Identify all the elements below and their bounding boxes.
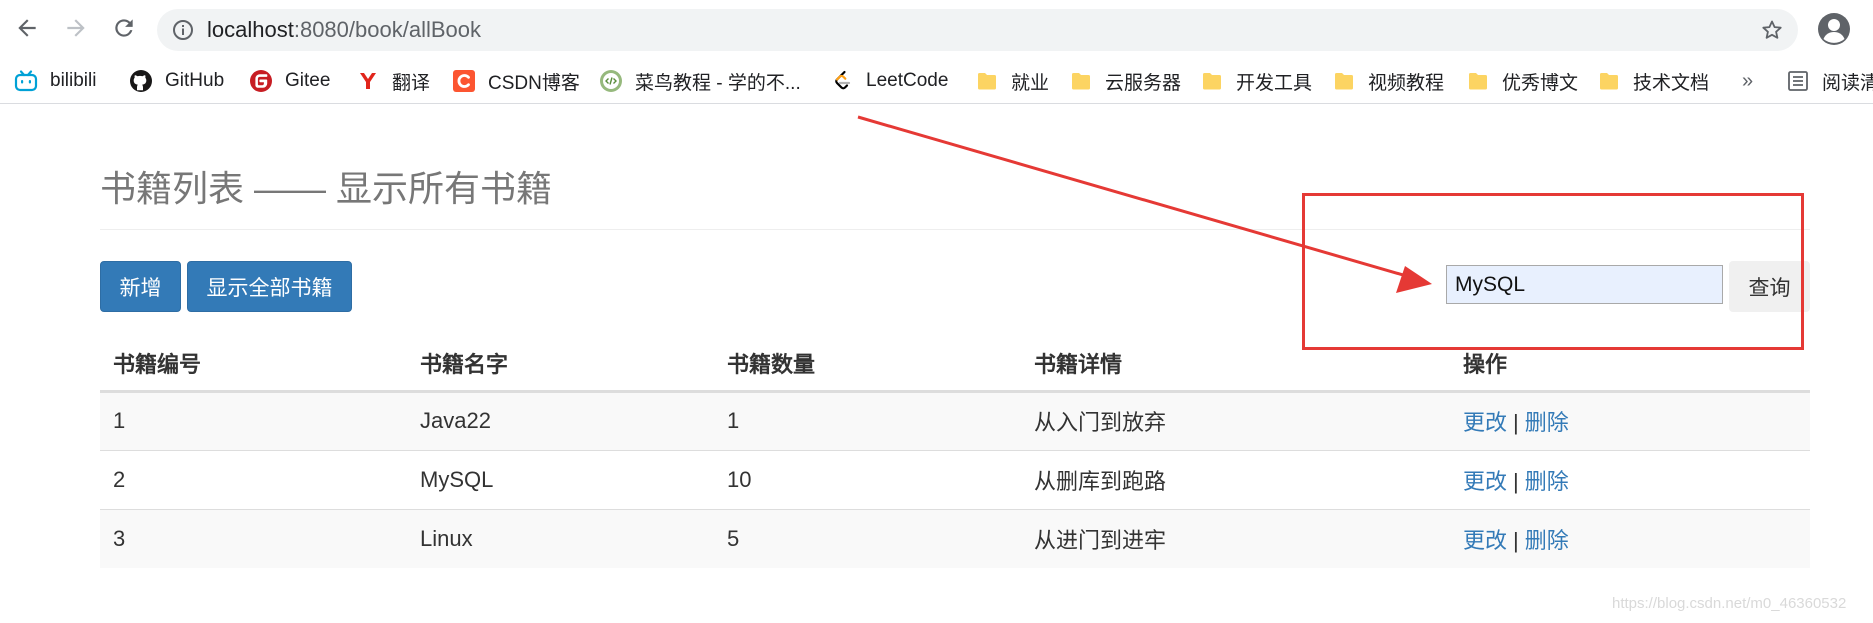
book-count: 10 [714,449,1021,509]
bookmark-label: 优秀博文 [1502,72,1579,94]
folder-icon [1332,69,1356,93]
delete-link[interactable]: 删除 [1525,410,1569,435]
arrow-right-icon [67,19,85,37]
bookmark-label: Gitee [285,70,331,91]
table-row: 2 MySQL 10 从删库到跑路 更改 | 删除 [100,449,1810,509]
show-all-books-button[interactable]: 显示全部书籍 [187,261,352,312]
book-detail: 从进门到进牢 [1021,508,1450,568]
book-detail: 从入门到放弃 [1021,390,1450,450]
page-title: 书籍列表 —— 显示所有书籍 [100,168,553,209]
browser-toolbar: localhost:8080/book/allBook [0,0,1873,58]
bookmark-label: 翻译 [392,72,431,94]
delete-link[interactable]: 删除 [1525,528,1569,553]
bookmark-leetcode[interactable]: LeetCode [830,58,948,104]
leetcode-icon [830,69,854,93]
github-icon [129,69,153,93]
star-icon[interactable] [1760,18,1784,42]
bookmark-label: 视频教程 [1368,72,1445,94]
book-count: 1 [714,390,1021,450]
info-icon[interactable] [171,18,195,42]
bookmark-github[interactable]: GitHub [129,58,224,104]
arrow-left-icon [18,19,36,37]
bookmark-label: bilibili [50,70,97,91]
csdn-icon [452,69,476,93]
book-name: Java22 [407,390,714,450]
forward-button[interactable] [56,8,96,48]
folder-icon [1069,69,1093,93]
bookmark-label: 技术文档 [1633,72,1710,94]
gitee-icon [249,69,273,93]
reload-icon [115,19,133,37]
bookmark-label: 云服务器 [1105,72,1182,94]
bookmark-gitee[interactable]: Gitee [249,58,330,104]
bookmark-label: CSDN博客 [488,72,580,94]
book-id: 2 [100,449,407,509]
reload-button[interactable] [104,8,144,48]
book-actions: 更改 | 删除 [1450,390,1810,450]
delete-link[interactable]: 删除 [1525,469,1569,494]
bookmarks-overflow-button[interactable]: » [1742,58,1753,104]
annotation-highlight-box [1302,193,1804,350]
bookmark-label: 菜鸟教程 - 学的不... [635,72,801,94]
folder-icon [1466,69,1490,93]
bookmark-label: 开发工具 [1236,72,1313,94]
edit-link[interactable]: 更改 [1463,528,1507,553]
book-name: Linux [407,508,714,568]
bookmark-csdn[interactable]: CSDN博客 [452,58,580,104]
reading-list-label: 阅读清 [1822,72,1873,94]
url-text: localhost:8080/book/allBook [207,9,481,51]
reading-list-icon [1786,69,1810,93]
action-separator: | [1513,527,1519,553]
bookmark-folder-blogs[interactable]: 优秀博文 [1466,58,1578,104]
watermark: https://blog.csdn.net/m0_46360532 [1612,595,1847,612]
bookmark-folder-docs[interactable]: 技术文档 [1597,58,1709,104]
profile-avatar-icon[interactable] [1817,12,1851,46]
url-host: localhost [207,17,294,42]
book-name: MySQL [407,449,714,509]
bookmark-folder-devtools[interactable]: 开发工具 [1200,58,1312,104]
book-id: 3 [100,508,407,568]
book-actions: 更改 | 删除 [1450,508,1810,568]
folder-icon [975,69,999,93]
reading-list-button[interactable]: 阅读清 [1786,58,1873,104]
column-header: 书籍名字 [407,336,714,393]
youdao-icon [356,69,380,93]
chevron-double-right-icon: » [1742,69,1754,92]
book-id: 1 [100,390,407,450]
table-row: 1 Java22 1 从入门到放弃 更改 | 删除 [100,390,1810,450]
bookmarks-bar: bilibili GitHub Gitee 翻译 CSDN博客 菜鸟教程 - 学… [0,58,1873,104]
action-separator: | [1513,410,1519,435]
book-detail: 从删库到跑路 [1021,449,1450,509]
address-bar[interactable]: localhost:8080/book/allBook [157,9,1798,51]
book-actions: 更改 | 删除 [1450,449,1810,509]
bilibili-icon [14,69,38,93]
back-button[interactable] [7,8,47,48]
bookmark-translate[interactable]: 翻译 [356,58,430,104]
folder-icon [1597,69,1621,93]
bookmark-folder-videos[interactable]: 视频教程 [1332,58,1444,104]
bookmark-label: GitHub [165,70,225,91]
edit-link[interactable]: 更改 [1463,410,1507,435]
books-table: 书籍编号 书籍名字 书籍数量 书籍详情 操作 1 Java22 1 从入门到放弃… [100,336,1810,568]
bookmark-runoob[interactable]: 菜鸟教程 - 学的不... [599,58,801,104]
edit-link[interactable]: 更改 [1463,469,1507,494]
folder-icon [1200,69,1224,93]
book-count: 5 [714,508,1021,568]
bookmark-bilibili[interactable]: bilibili [14,58,96,104]
column-header: 书籍数量 [714,336,1021,393]
bookmark-folder-jobs[interactable]: 就业 [975,58,1049,104]
action-separator: | [1513,468,1519,494]
runoob-icon [599,69,623,93]
bookmark-label: LeetCode [866,70,949,91]
table-row: 3 Linux 5 从进门到进牢 更改 | 删除 [100,508,1810,568]
column-header: 书籍编号 [100,336,407,393]
bookmark-label: 就业 [1011,72,1050,94]
bookmark-folder-cloud[interactable]: 云服务器 [1069,58,1181,104]
url-path: :8080/book/allBook [293,17,481,42]
add-book-button[interactable]: 新增 [100,261,181,312]
